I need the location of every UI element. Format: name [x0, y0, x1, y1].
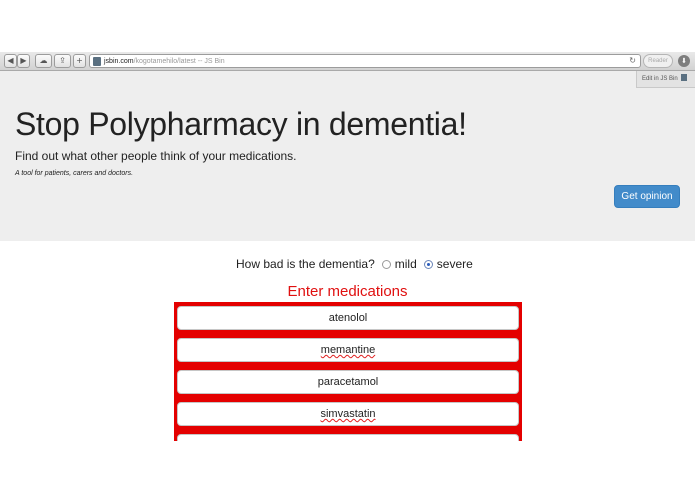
browser-toolbar: ◀ ▶ ☁ ⇪ + jsbin.com/kogotamehilo/latest …	[0, 52, 695, 71]
medication-row: memantine	[174, 334, 522, 366]
url-host: jsbin.com	[104, 58, 134, 65]
medication-input[interactable]: simvastatin	[177, 402, 519, 426]
icloud-tabs-button[interactable]: ☁	[35, 54, 52, 68]
back-arrow-icon: ◀	[7, 56, 14, 65]
medication-row: simvastatin	[174, 398, 522, 430]
downloads-icon[interactable]: ⬇	[678, 55, 690, 67]
medication-value: memantine	[320, 344, 376, 356]
reload-icon[interactable]: ↻	[629, 55, 636, 67]
medication-list: atenolol memantine paracetamol simvastat…	[174, 302, 522, 462]
medication-input[interactable]: paracetamol	[177, 370, 519, 394]
get-opinion-button[interactable]: Get opinion	[614, 185, 680, 208]
medication-value: simvastatin	[320, 408, 376, 420]
dementia-severity-question: How bad is the dementia? mild severe	[236, 257, 473, 271]
edit-in-jsbin-label: Edit in JS Bin	[642, 76, 678, 82]
medication-row: paracetamol	[174, 366, 522, 398]
medication-input[interactable]: atenolol	[177, 306, 519, 330]
medications-heading: Enter medications	[287, 283, 408, 300]
severe-label[interactable]: severe	[437, 257, 473, 271]
new-tab-button[interactable]: +	[73, 54, 86, 68]
question-label: How bad is the dementia?	[236, 257, 375, 271]
url-text: jsbin.com/kogotamehilo/latest -- JS Bin	[104, 56, 225, 67]
medication-input[interactable]: memantine	[177, 338, 519, 362]
page-bottom-edge	[0, 441, 695, 494]
reader-button[interactable]: Reader	[643, 54, 673, 68]
share-button[interactable]: ⇪	[54, 54, 71, 68]
edit-in-jsbin-button[interactable]: Edit in JS Bin	[636, 71, 695, 88]
medication-value: atenolol	[328, 312, 368, 324]
back-button[interactable]: ◀	[4, 54, 17, 68]
mild-radio[interactable]	[381, 259, 391, 269]
page-title: Stop Polypharmacy in dementia!	[15, 106, 467, 142]
address-bar[interactable]: jsbin.com/kogotamehilo/latest -- JS Bin …	[89, 54, 641, 68]
cloud-icon: ☁	[39, 56, 48, 65]
share-icon: ⇪	[59, 56, 66, 65]
medication-value: paracetamol	[317, 376, 379, 388]
page-subtitle: Find out what other people think of your…	[15, 149, 297, 163]
plus-icon: +	[76, 56, 83, 65]
severe-radio[interactable]	[423, 259, 433, 269]
hero-jumbotron: Edit in JS Bin Stop Polypharmacy in deme…	[0, 71, 695, 241]
page-tagline: A tool for patients, carers and doctors.	[15, 170, 134, 177]
medication-row: atenolol	[174, 302, 522, 334]
mild-label[interactable]: mild	[395, 257, 417, 271]
url-path: /kogotamehilo/latest -- JS Bin	[133, 58, 225, 65]
forward-button[interactable]: ▶	[17, 54, 30, 68]
jsbin-favicon-icon	[93, 57, 101, 66]
screen: ◀ ▶ ☁ ⇪ + jsbin.com/kogotamehilo/latest …	[0, 0, 695, 494]
forward-arrow-icon: ▶	[20, 56, 27, 65]
jsbin-icon	[680, 74, 687, 81]
